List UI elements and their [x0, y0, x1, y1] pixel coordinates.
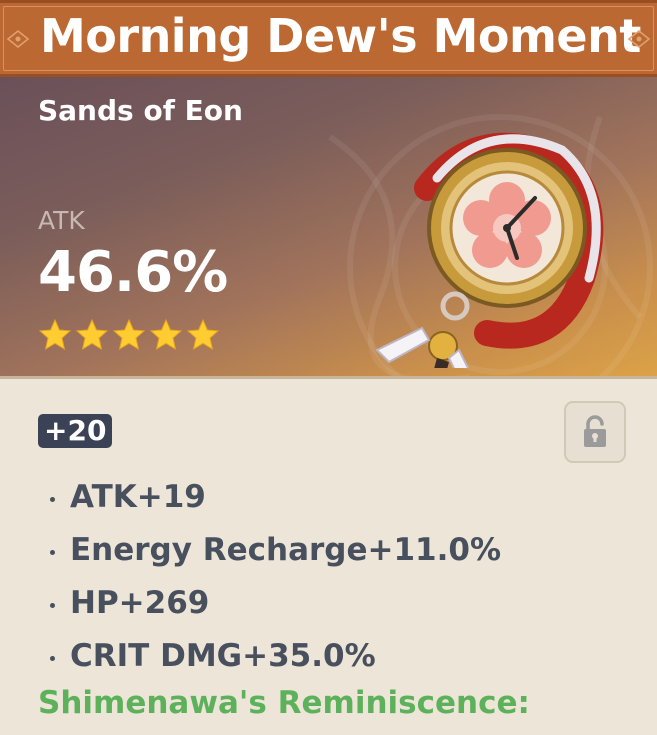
title-ornament-right-icon	[627, 29, 651, 49]
star-icon	[149, 318, 183, 351]
title-bar: Morning Dew's Moment	[0, 0, 657, 77]
rarity-stars	[38, 318, 220, 352]
substat-item: CRIT DMG+35.0%	[42, 638, 501, 691]
artifact-header: Sands of Eon ATK 46.6%	[0, 77, 657, 379]
substat-item: ATK+19	[42, 479, 501, 532]
substat-item: HP+269	[42, 585, 501, 638]
star-icon	[38, 318, 72, 351]
unlocked-padlock-icon	[584, 415, 606, 447]
artifact-detail-card: Morning Dew's Moment Sands of Eon ATK 46…	[0, 0, 657, 735]
artifact-type: Sands of Eon	[38, 94, 243, 127]
main-stat-value: 46.6%	[38, 240, 228, 305]
star-icon	[75, 318, 109, 351]
star-icon	[112, 318, 146, 351]
artifact-set-name: Shimenawa's Reminiscence:	[38, 685, 530, 721]
main-stat-name: ATK	[38, 206, 85, 235]
artifact-name: Morning Dew's Moment	[40, 9, 641, 63]
level-badge: +20	[38, 414, 113, 448]
pocket-watch-icon	[375, 132, 604, 368]
title-ornament-left-icon	[6, 29, 30, 49]
lock-button[interactable]	[564, 401, 626, 463]
star-icon	[186, 318, 220, 351]
artifact-details: +20 ATK+19 Energy Recharge+11.0% HP+269 …	[0, 379, 657, 735]
substats-list: ATK+19 Energy Recharge+11.0% HP+269 CRIT…	[42, 479, 501, 691]
substat-item: Energy Recharge+11.0%	[42, 532, 501, 585]
